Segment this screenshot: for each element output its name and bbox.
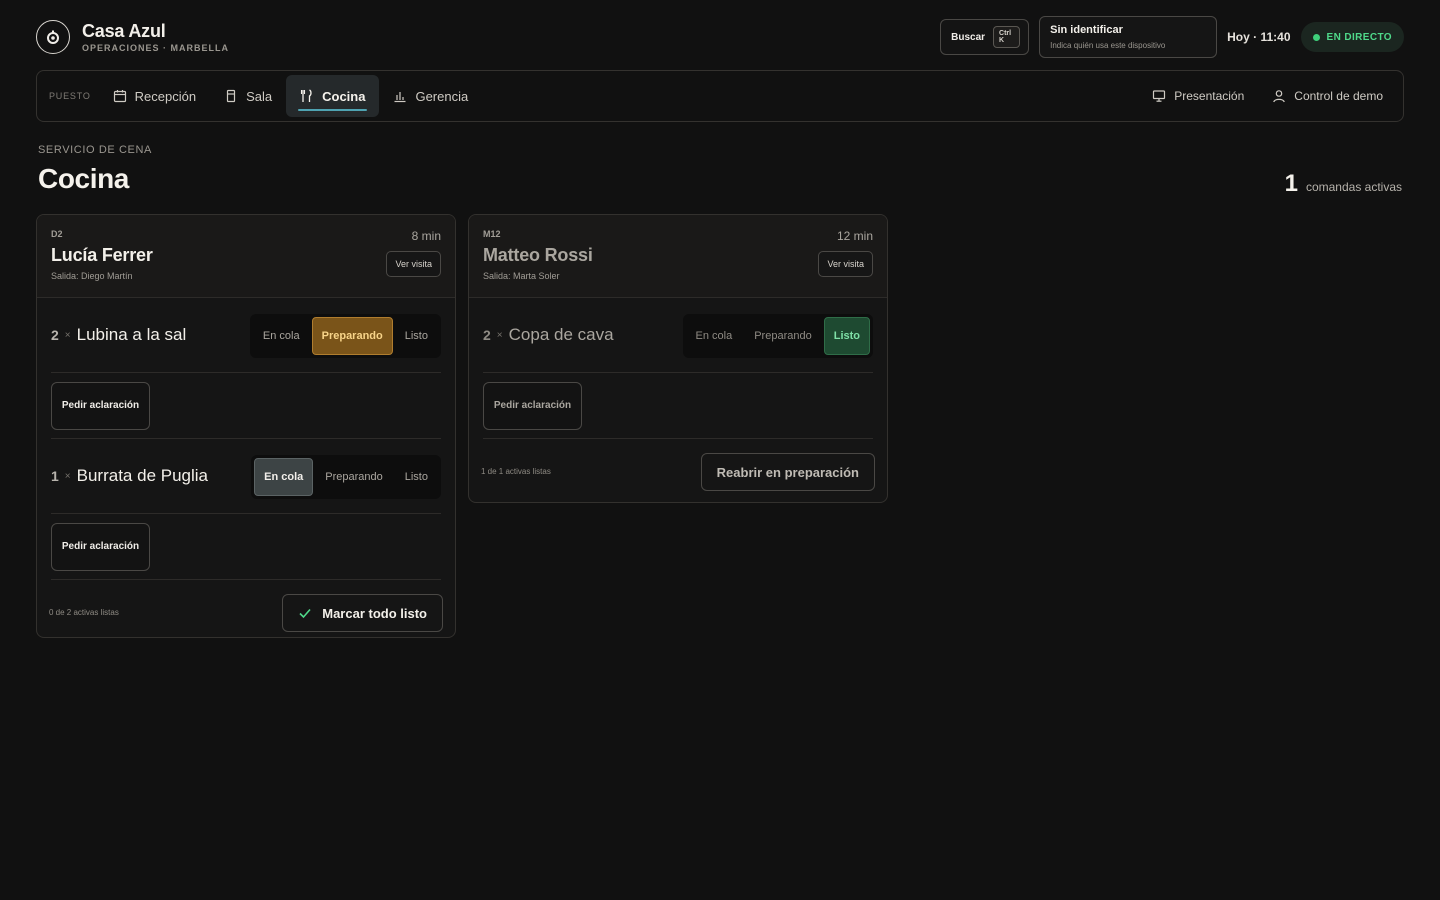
app-header: Casa Azul OPERACIONES · MARBELLA Buscar … xyxy=(36,16,1404,58)
item-quantity: 1 xyxy=(51,468,59,484)
calendar-icon xyxy=(113,90,126,103)
mark-all-ready-button[interactable]: Marcar todo listo xyxy=(282,594,443,632)
order-item: 1 × Burrata de Puglia En cola Preparando… xyxy=(51,439,441,514)
request-clarification-button[interactable]: Pedir aclaración xyxy=(483,381,582,430)
status-toggle: En cola Preparando Listo xyxy=(682,314,873,358)
active-count-label: comandas activas xyxy=(1305,180,1402,194)
clock: Hoy · 11:40 xyxy=(1227,30,1291,44)
brand: Casa Azul OPERACIONES · MARBELLA xyxy=(82,21,229,53)
search-shortcut: Ctrl K xyxy=(993,26,1021,48)
status-toggle: En cola Preparando Listo xyxy=(249,314,441,358)
clarify-row: Pedir aclaración xyxy=(51,514,441,580)
brand-subtitle: OPERACIONES · MARBELLA xyxy=(82,43,230,53)
table-code: D2 xyxy=(51,229,63,239)
order-card-header: D2 Lucía Ferrer Salida: Diego Martín 8 m… xyxy=(37,215,455,298)
monitor-icon xyxy=(1153,90,1166,102)
live-dot-icon xyxy=(1312,33,1320,41)
reopen-preparation-button[interactable]: Reabrir en preparación xyxy=(700,453,875,491)
exit-server: Salida: Marta Soler xyxy=(483,271,560,281)
tab-recepcion-label: Recepción xyxy=(134,88,197,104)
page-title: Cocina xyxy=(38,163,129,194)
tab-cocina-label: Cocina xyxy=(322,88,366,104)
exit-server: Salida: Diego Martín xyxy=(51,271,133,281)
bar-chart-icon xyxy=(394,92,406,103)
check-icon xyxy=(299,608,311,619)
mark-all-ready-label: Marcar todo listo xyxy=(322,605,427,621)
nav-label: PUESTO xyxy=(49,91,91,101)
clarify-row: Pedir aclaración xyxy=(483,373,873,439)
ready-progress: 1 de 1 activas listas xyxy=(481,466,551,476)
status-done[interactable]: Listo xyxy=(395,458,438,496)
view-visit-button[interactable]: Ver visita xyxy=(818,251,873,277)
status-done[interactable]: Listo xyxy=(823,317,870,355)
live-label: EN DIRECTO xyxy=(1326,31,1392,43)
status-queued[interactable]: En cola xyxy=(253,317,310,355)
item-name: Lubina a la sal xyxy=(76,325,187,344)
order-item: 2 × Lubina a la sal En cola Preparando L… xyxy=(51,298,441,373)
order-card-footer: 1 de 1 activas listas Reabrir en prepara… xyxy=(469,439,887,502)
status-preparing[interactable]: Preparando xyxy=(311,317,393,355)
order-card: D2 Lucía Ferrer Salida: Diego Martín 8 m… xyxy=(36,214,456,638)
item-quantity: 2 xyxy=(51,327,59,343)
header-actions: Buscar Ctrl K Sin identificar Indica qui… xyxy=(940,16,1404,58)
guest-name: Lucía Ferrer xyxy=(51,245,153,265)
request-clarification-button[interactable]: Pedir aclaración xyxy=(51,522,150,571)
item-name: Burrata de Puglia xyxy=(76,466,209,485)
identify-device-button[interactable]: Sin identificar Indica quién usa este di… xyxy=(1039,16,1218,58)
identify-subtitle: Indica quién usa este dispositivo xyxy=(1050,41,1166,50)
elapsed-time: 12 min xyxy=(836,229,873,243)
table-code: M12 xyxy=(483,229,501,239)
search-label: Buscar xyxy=(951,31,986,43)
status-toggle: En cola Preparando Listo xyxy=(251,455,441,499)
presentation-label: Presentación xyxy=(1174,89,1245,103)
user-icon xyxy=(1273,90,1286,103)
identify-title: Sin identificar xyxy=(1050,24,1123,36)
tab-recepcion[interactable]: Recepción xyxy=(99,75,210,117)
tab-cocina[interactable]: Cocina xyxy=(286,75,380,117)
elapsed-time: 8 min xyxy=(411,229,441,243)
tab-gerencia[interactable]: Gerencia xyxy=(379,75,482,117)
demo-control-button[interactable]: Control de demo xyxy=(1258,75,1397,117)
clarify-row: Pedir aclaración xyxy=(51,373,441,439)
brand-title: Casa Azul xyxy=(82,21,166,41)
order-card: M12 Matteo Rossi Salida: Marta Soler 12 … xyxy=(468,214,888,503)
search-button[interactable]: Buscar Ctrl K xyxy=(940,19,1030,55)
status-preparing[interactable]: Preparando xyxy=(315,458,393,496)
nav-right: Presentación Control de demo xyxy=(1138,75,1397,117)
view-visit-button[interactable]: Ver visita xyxy=(386,251,441,277)
door-icon xyxy=(226,89,236,103)
status-preparing[interactable]: Preparando xyxy=(744,317,822,355)
times-icon: × xyxy=(64,329,71,341)
item-name: Copa de cava xyxy=(508,325,614,344)
request-clarification-button[interactable]: Pedir aclaración xyxy=(51,381,150,430)
presentation-button[interactable]: Presentación xyxy=(1138,75,1258,117)
demo-control-label: Control de demo xyxy=(1294,89,1383,103)
active-orders-count: 1 comandas activas xyxy=(1285,170,1402,198)
live-badge: EN DIRECTO xyxy=(1300,22,1404,52)
tab-sala-label: Sala xyxy=(246,88,273,104)
ready-progress: 0 de 2 activas listas xyxy=(49,607,119,617)
active-count-number: 1 xyxy=(1284,170,1298,197)
status-queued[interactable]: En cola xyxy=(686,317,743,355)
tab-sala[interactable]: Sala xyxy=(210,75,286,117)
service-eyebrow: SERVICIO DE CENA xyxy=(38,144,152,156)
order-card-footer: 0 de 2 activas listas Marcar todo listo xyxy=(37,580,455,637)
utensils-icon xyxy=(301,89,312,102)
order-card-header: M12 Matteo Rossi Salida: Marta Soler 12 … xyxy=(469,215,887,298)
status-done[interactable]: Listo xyxy=(395,317,438,355)
tab-gerencia-label: Gerencia xyxy=(415,88,469,104)
logo-icon xyxy=(36,20,70,54)
times-icon: × xyxy=(64,470,71,482)
status-queued[interactable]: En cola xyxy=(254,458,314,496)
order-item: 2 × Copa de cava En cola Preparando List… xyxy=(483,298,873,373)
item-quantity: 2 xyxy=(483,327,491,343)
station-nav: PUESTO Recepción Sala Cocina Gerencia Pr… xyxy=(36,70,1404,122)
times-icon: × xyxy=(496,329,503,341)
guest-name: Matteo Rossi xyxy=(483,245,593,265)
